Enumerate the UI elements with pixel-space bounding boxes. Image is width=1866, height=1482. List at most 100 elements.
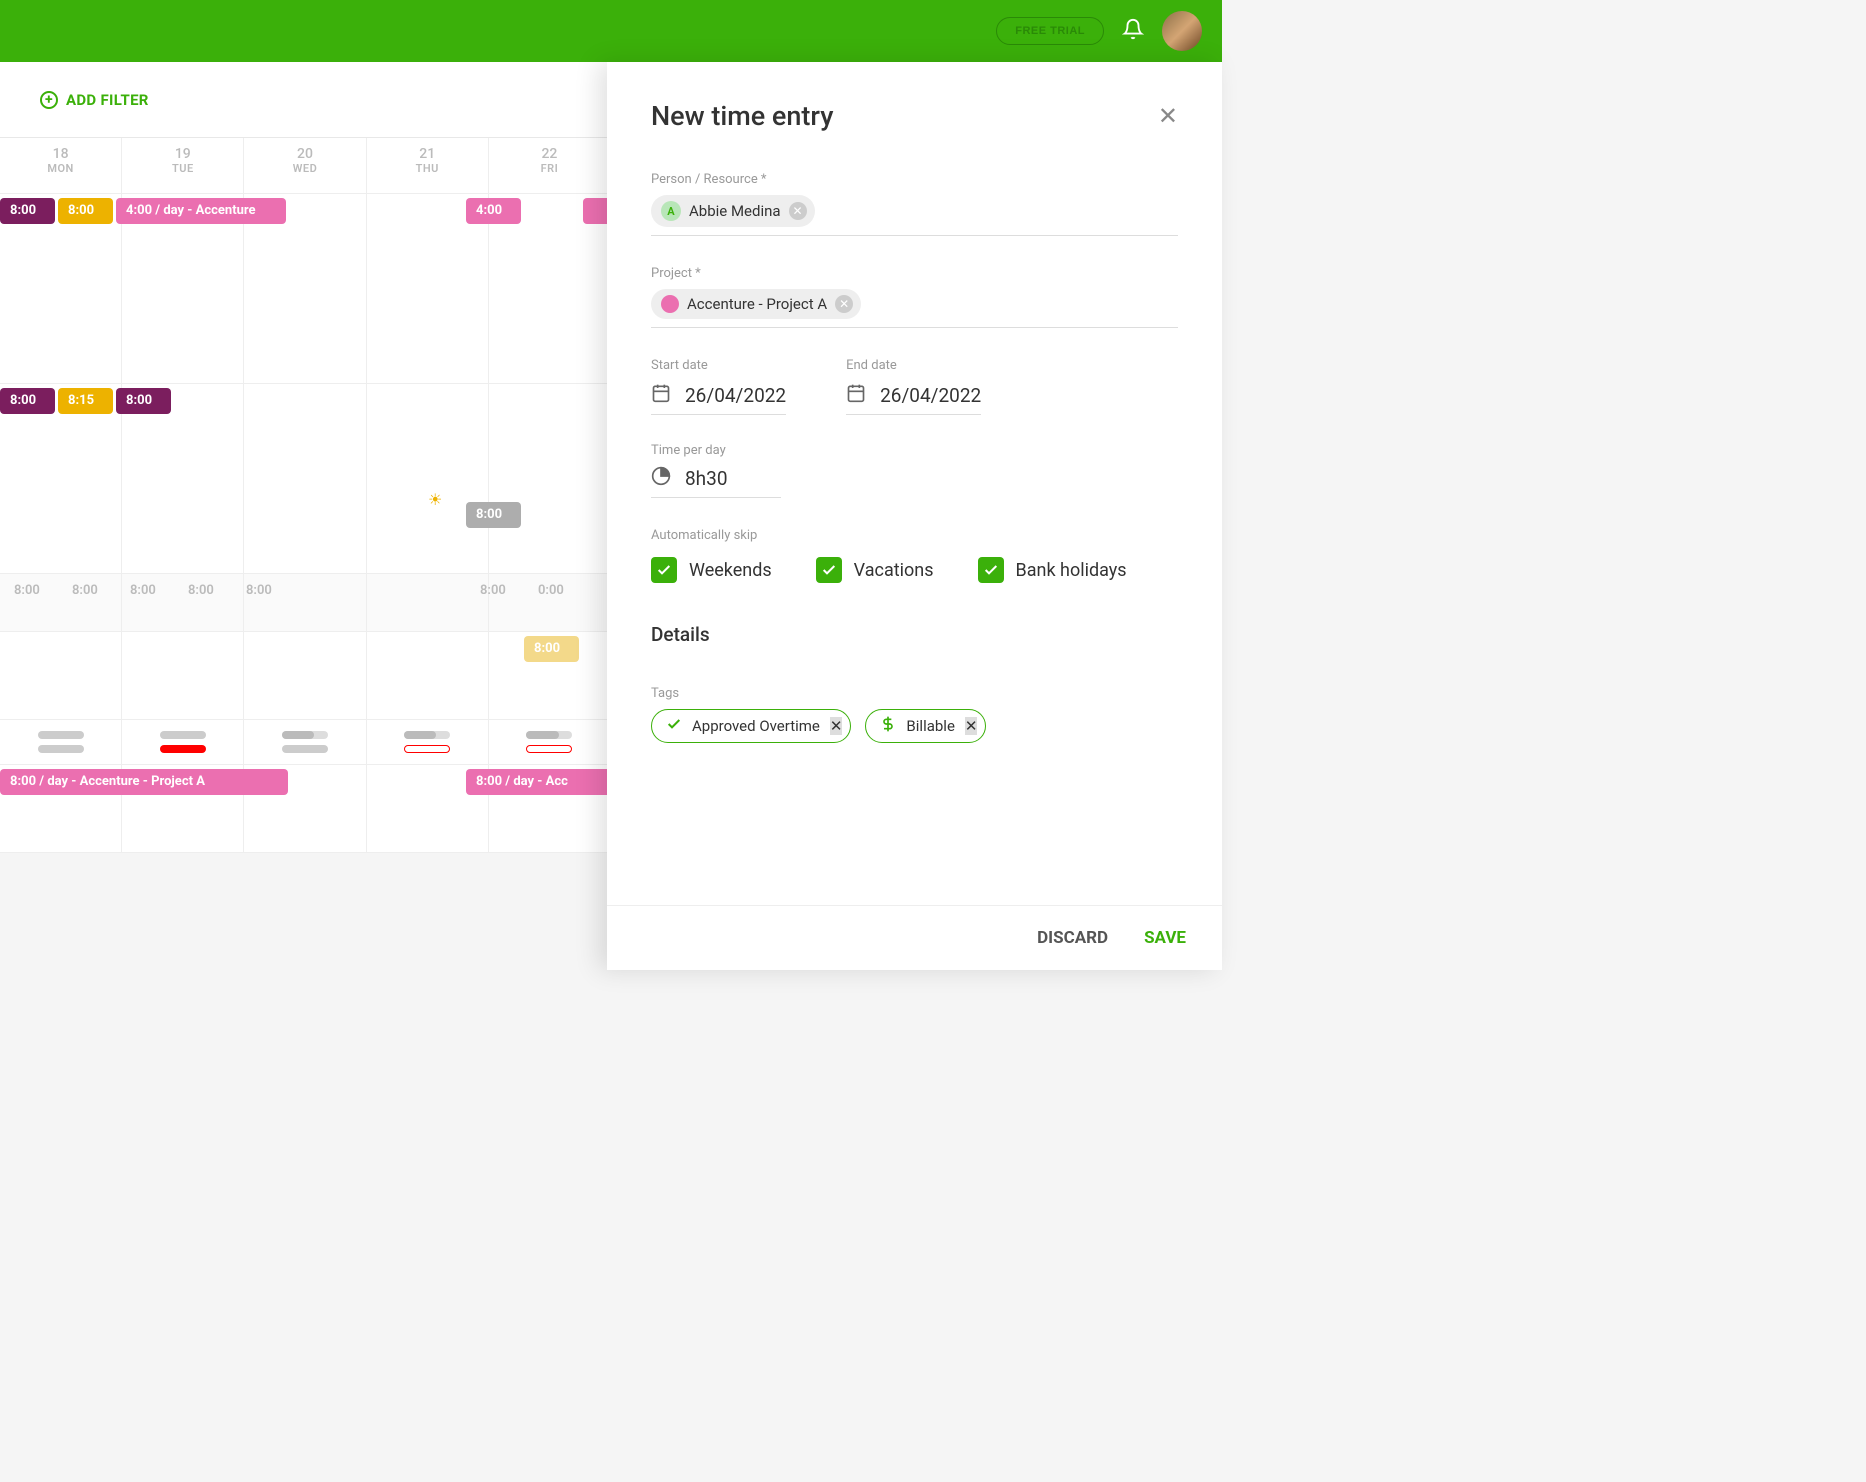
end-date-field: End date 26/04/2022 (846, 358, 981, 415)
capacity-cell (367, 720, 489, 764)
end-date-input[interactable]: 26/04/2022 (846, 383, 981, 415)
project-chip-label: Accenture - Project A (687, 295, 827, 313)
time-per-day-input[interactable]: 8h30 (651, 466, 781, 498)
time-per-day-field: Time per day 8h30 (651, 443, 1178, 498)
time-entry-chip[interactable]: 8:00 (116, 388, 171, 414)
remove-chip-icon[interactable]: ✕ (830, 717, 843, 735)
calendar-icon (651, 383, 671, 408)
time-entry-panel: New time entry ✕ Person / Resource * A A… (607, 62, 1222, 970)
field-label: End date (846, 358, 981, 373)
person-field: Person / Resource * A Abbie Medina ✕ (651, 172, 1178, 236)
calendar-cell[interactable] (489, 384, 611, 573)
time-entry-chip[interactable]: 0:00 (528, 578, 574, 604)
skip-vacations-checkbox[interactable]: Vacations (816, 557, 934, 583)
panel-title: New time entry (651, 100, 833, 132)
remove-chip-icon[interactable]: ✕ (835, 295, 853, 313)
skip-label: Automatically skip (651, 528, 1178, 543)
calendar-cell[interactable] (244, 384, 366, 573)
time-entry-chip[interactable]: 8:00 (178, 578, 224, 604)
skip-bank-holidays-checkbox[interactable]: Bank holidays (978, 557, 1127, 583)
day-header-cell: 20WED (244, 138, 366, 193)
check-icon (651, 557, 677, 583)
capacity-cell (244, 720, 366, 764)
project-chip: Accenture - Project A ✕ (651, 289, 861, 319)
skip-weekends-checkbox[interactable]: Weekends (651, 557, 772, 583)
field-label: Person / Resource * (651, 172, 1178, 187)
tag-chip: Approved Overtime ✕ (651, 709, 851, 743)
time-entry-chip[interactable]: 8:00 / day - Acc (466, 769, 611, 795)
field-label: Start date (651, 358, 786, 373)
tags-input[interactable]: Approved Overtime ✕ Billable ✕ (651, 709, 1178, 743)
user-avatar[interactable] (1162, 11, 1202, 51)
notifications-icon[interactable] (1122, 18, 1144, 44)
day-header-cell: 21THU (367, 138, 489, 193)
time-entry-chip[interactable]: 4:00 (466, 198, 521, 224)
panel-footer: DISCARD SAVE (607, 905, 1222, 970)
time-entry-chip[interactable]: 8:15 (58, 388, 113, 414)
check-icon (666, 716, 682, 736)
project-field: Project * Accenture - Project A ✕ (651, 266, 1178, 328)
person-chip-input[interactable]: A Abbie Medina ✕ (651, 195, 1178, 236)
tag-label: Approved Overtime (692, 717, 820, 735)
tag-chip: Billable ✕ (865, 709, 986, 743)
time-entry-chip[interactable]: 8:00 (120, 578, 166, 604)
time-per-day-value: 8h30 (685, 467, 728, 490)
sun-icon: ☀ (428, 490, 442, 509)
person-chip: A Abbie Medina ✕ (651, 195, 815, 227)
free-trial-button[interactable]: FREE TRIAL (996, 17, 1104, 45)
field-label: Time per day (651, 443, 1178, 458)
project-color-icon (661, 295, 679, 313)
day-header-cell: 18MON (0, 138, 122, 193)
start-date-input[interactable]: 26/04/2022 (651, 383, 786, 415)
add-filter-button[interactable]: + ADD FILTER (40, 91, 149, 109)
details-section-title: Details (651, 623, 1178, 646)
calendar-cell[interactable] (0, 632, 122, 719)
project-chip-input[interactable]: Accenture - Project A ✕ (651, 289, 1178, 328)
capacity-cell (0, 720, 122, 764)
dollar-icon (880, 716, 896, 736)
time-entry-chip[interactable]: 8:00 (4, 578, 50, 604)
calendar-cell[interactable] (367, 384, 489, 573)
capacity-cell (122, 720, 244, 764)
person-initial-icon: A (661, 201, 681, 221)
day-header-cell: 19TUE (122, 138, 244, 193)
time-entry-chip[interactable]: 8:00 (58, 198, 113, 224)
checkbox-label: Weekends (689, 560, 772, 581)
field-label: Project * (651, 266, 1178, 281)
time-entry-chip[interactable]: 4:00 / day - Accenture (116, 198, 286, 224)
time-entry-chip[interactable]: 8:00 (470, 578, 516, 604)
field-label: Tags (651, 686, 1178, 701)
remove-chip-icon[interactable]: ✕ (789, 202, 807, 220)
remove-chip-icon[interactable]: ✕ (965, 717, 978, 735)
time-entry-chip[interactable]: 8:00 (62, 578, 108, 604)
tags-field: Tags Approved Overtime ✕ Billable ✕ (651, 686, 1178, 743)
time-entry-chip[interactable]: 8:00 (236, 578, 282, 604)
start-date-value: 26/04/2022 (685, 384, 786, 407)
app-header: FREE TRIAL (0, 0, 1222, 62)
time-entry-chip[interactable]: 8:00 (466, 502, 521, 528)
add-filter-label: ADD FILTER (66, 91, 149, 109)
checkbox-label: Bank holidays (1016, 560, 1127, 581)
calendar-cell[interactable] (122, 632, 244, 719)
time-entry-chip[interactable]: 8:00 (524, 636, 579, 662)
time-entry-chip[interactable]: 8:00 (0, 198, 55, 224)
calendar-icon (846, 383, 866, 408)
check-icon (816, 557, 842, 583)
clock-icon (651, 466, 671, 491)
person-chip-label: Abbie Medina (689, 202, 781, 220)
discard-button[interactable]: DISCARD (1037, 928, 1108, 948)
plus-icon: + (40, 91, 58, 109)
start-date-field: Start date 26/04/2022 (651, 358, 786, 415)
check-icon (978, 557, 1004, 583)
time-entry-chip[interactable]: 8:00 / day - Accenture - Project A (0, 769, 288, 795)
calendar-cell[interactable] (244, 632, 366, 719)
time-entry-chip[interactable]: 8:00 (0, 388, 55, 414)
capacity-cell (489, 720, 611, 764)
close-icon[interactable]: ✕ (1158, 102, 1178, 130)
tag-label: Billable (906, 717, 954, 735)
day-header-cell: 22FRI (489, 138, 611, 193)
end-date-value: 26/04/2022 (880, 384, 981, 407)
calendar-cell[interactable] (367, 632, 489, 719)
save-button[interactable]: SAVE (1144, 928, 1186, 948)
checkbox-label: Vacations (854, 560, 934, 581)
